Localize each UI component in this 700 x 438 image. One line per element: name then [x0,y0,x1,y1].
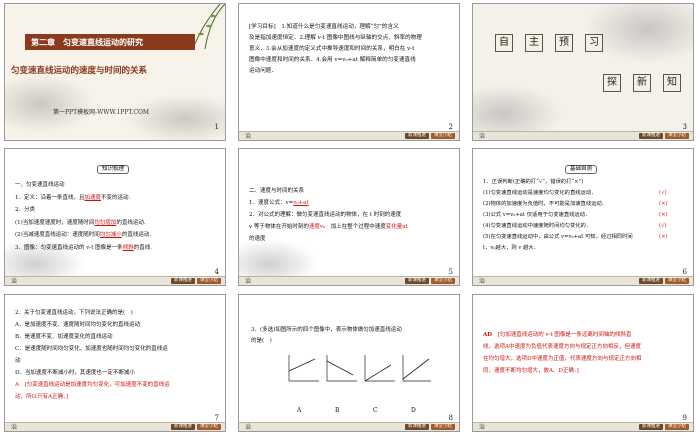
slide-footer: 治 新课推进 课堂小结 [5,276,225,285]
slide-number: 1 [214,123,219,131]
slide-thumbnail-5[interactable]: 二、速度与时间的关系 1．速度公式：v=v₀+at 2．对公式的理解：做匀变速直… [238,148,460,286]
slide-number: 3 [682,123,687,131]
graph-label-d: D [411,407,416,414]
answer-key: AD [483,332,493,338]
graph-d [402,355,431,382]
nav-button[interactable]: 新课推进 [405,278,429,284]
slide-thumbnail-3[interactable]: 自 主 预 习 探 新 知 治 新课推进 课堂小结 3 [472,3,694,141]
self-test-text: 1．正误判断(正确的打“√”，错误的打“×”) (1)匀变速直线运动是速度均匀变… [483,179,633,251]
nav-button[interactable]: 新课推进 [639,424,663,430]
slide-footer: 治 新课推进 课堂小结 [239,276,459,285]
slide-number: 2 [448,123,453,131]
heading-tile: 预 [555,34,573,52]
nav-button[interactable]: 新课推进 [639,133,663,139]
heading-tile: 探 [603,74,621,92]
section-badge: 知识梳理 [97,165,130,174]
slide-footer: 治 新课推进 课堂小结 [473,422,693,431]
slide-thumbnail-7[interactable]: 2．关于匀变速直线运动，下列说法正确的是( ) A．是加速度不变、速度随时间均匀… [4,294,226,432]
graph-c [364,355,395,382]
heading-tile: 习 [585,34,603,52]
nav-button[interactable]: 课堂小结 [431,278,455,284]
question-text: 2．关于匀变速直线运动，下列说法正确的是( ) A．是加速度不变、速度随时间均匀… [15,310,170,400]
slide-subtitle: 匀变速直线运动的速度与时间的关系 [11,66,148,76]
nav-button[interactable]: 课堂小结 [197,424,221,430]
slide-number: 9 [682,414,687,422]
slide-thumbnail-4[interactable]: 知识梳理 一、匀变速直线运动 1．定义：沿着一条直线，且加速度不变的运动. 2．… [4,148,226,286]
nav-button[interactable]: 课堂小结 [665,133,689,139]
nav-button[interactable]: 新课推进 [405,424,429,430]
heading-tile: 自 [495,34,513,52]
chapter-title-bar: 第二章 匀变速直线运动的研究 [25,34,195,50]
graph-a [288,355,319,382]
graph-label-a: A [297,407,302,414]
slide-footer: 治 新课推进 课堂小结 [239,131,459,140]
slide-number: 8 [448,414,453,422]
ink-wash-decoration [125,94,225,140]
slide-thumbnail-9[interactable]: AD [匀加速直线运动的 v-t 图像是一条远离时间轴的倾斜直 线，选项A中速度… [472,294,694,432]
question-text: 3．(多选)如图所示的四个图像中，表示物体做匀加速直线运动 的是( ) [251,327,402,344]
knowledge-text: 一、匀变速直线运动 1．定义：沿着一条直线，且加速度不变的运动. 2．分类 (1… [15,182,152,251]
heading-tile: 新 [633,74,651,92]
nav-button[interactable]: 课堂小结 [665,278,689,284]
section-badge: 基础自测 [565,165,598,174]
nav-button[interactable]: 新课推进 [405,133,429,139]
answer-marks: (√) (×) (×) (√) (×) [659,190,668,240]
slide-number: 7 [214,414,219,422]
heading-tile: 知 [663,74,681,92]
slide-number: 6 [682,268,687,276]
learning-goals-text: [学习目标] 1.知道什么是匀变速直线运动，理解“匀”的含义 及是指加速度恒定．… [249,24,422,74]
nav-button[interactable]: 新课推进 [639,278,663,284]
graph-label-c: C [373,407,378,414]
slide-number: 4 [214,268,219,276]
nav-button[interactable]: 课堂小结 [197,278,221,284]
ink-wash-decoration [5,74,95,134]
chapter-title: 第二章 匀变速直线运动的研究 [31,37,143,47]
vt-graphs [288,355,431,382]
slide-thumbnail-6[interactable]: 基础自测 1．正误判断(正确的打“√”，错误的打“×”) (1)匀变速直线运动是… [472,148,694,286]
nav-button[interactable]: 新课推进 [171,424,195,430]
nav-button[interactable]: 课堂小结 [431,133,455,139]
nav-button[interactable]: 新课推进 [171,278,195,284]
graph-label-b: B [335,407,340,414]
slide-thumbnail-2[interactable]: [学习目标] 1.知道什么是匀变速直线运动，理解“匀”的含义 及是指加速度恒定．… [238,3,460,141]
slide-thumbnail-1[interactable]: 第二章 匀变速直线运动的研究 匀变速直线运动的速度与时间的关系 第一PPT模板网… [4,3,226,141]
site-watermark: 第一PPT模板网-WWW.1PPT.COM [53,109,150,116]
slide-footer: 治 新课推进 课堂小结 [5,422,225,431]
nav-button[interactable]: 课堂小结 [431,424,455,430]
slide-footer: 治 新课推进 课堂小结 [239,422,459,431]
slide-footer: 治 新课推进 课堂小结 [473,131,693,140]
velocity-time-text: 二、速度与时间的关系 1．速度公式：v=v₀+at 2．对公式的理解：做匀变速直… [249,188,408,242]
slide-number: 5 [448,268,453,276]
graph-b [326,355,357,382]
nav-button[interactable]: 课堂小结 [665,424,689,430]
slide-thumbnail-8[interactable]: 3．(多选)如图所示的四个图像中，表示物体做匀加速直线运动 的是( ) A B … [238,294,460,432]
slide-footer: 治 新课推进 课堂小结 [473,276,693,285]
heading-tile: 主 [525,34,543,52]
answer-explanation: AD [匀加速直线运动的 v-t 图像是一条远离时间轴的倾斜直 线，选项A中速度… [483,332,642,374]
